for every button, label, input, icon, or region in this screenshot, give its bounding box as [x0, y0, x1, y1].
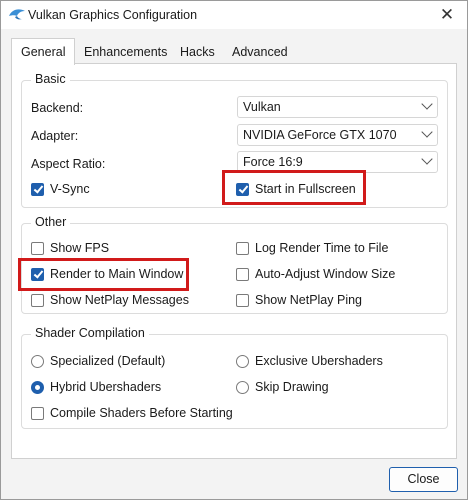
checkbox-checked-icon — [31, 182, 44, 196]
skip-drawing-label: Skip Drawing — [255, 380, 329, 394]
basic-group-title: Basic — [31, 72, 70, 86]
checkbox-empty-icon — [236, 293, 249, 307]
backend-label: Backend: — [31, 101, 84, 115]
checkbox-empty-icon — [236, 267, 249, 281]
title-bar: Vulkan Graphics Configuration ✕ — [1, 1, 467, 29]
auto-adjust-window-checkbox[interactable]: Auto-Adjust Window Size — [236, 266, 395, 282]
vsync-checkbox[interactable]: V-Sync — [31, 181, 90, 197]
dialog-window: Vulkan Graphics Configuration ✕ General … — [0, 0, 468, 500]
chevron-down-icon — [421, 98, 433, 110]
window-close-icon[interactable]: ✕ — [436, 4, 458, 26]
compile-shaders-before-label: Compile Shaders Before Starting — [50, 406, 233, 420]
radio-empty-icon — [236, 380, 249, 394]
skip-drawing-radio[interactable]: Skip Drawing — [236, 379, 329, 395]
chevron-down-icon — [421, 153, 433, 165]
shader-compilation-title: Shader Compilation — [31, 326, 149, 340]
exclusive-ubershaders-label: Exclusive Ubershaders — [255, 354, 383, 368]
show-netplay-ping-label: Show NetPlay Ping — [255, 293, 363, 307]
dolphin-app-icon — [9, 9, 25, 20]
shader-compilation-group: Shader Compilation Specialized (Default)… — [21, 326, 448, 429]
radio-empty-icon — [236, 354, 249, 368]
checkbox-empty-icon — [31, 241, 44, 255]
backend-select[interactable]: Vulkan — [237, 96, 438, 118]
show-netplay-messages-checkbox[interactable]: Show NetPlay Messages — [31, 292, 189, 308]
checkbox-empty-icon — [236, 241, 249, 255]
show-fps-checkbox[interactable]: Show FPS — [31, 240, 109, 256]
hybrid-ubershaders-radio[interactable]: Hybrid Ubershaders — [31, 379, 161, 395]
log-render-time-label: Log Render Time to File — [255, 241, 389, 255]
checkbox-empty-icon — [31, 406, 44, 420]
log-render-time-checkbox[interactable]: Log Render Time to File — [236, 240, 388, 256]
window-title: Vulkan Graphics Configuration — [28, 8, 198, 22]
backend-value: Vulkan — [243, 100, 281, 114]
specialized-label: Specialized (Default) — [50, 354, 166, 368]
tab-bar: General Enhancements Hacks Advanced — [11, 38, 457, 65]
adapter-select[interactable]: NVIDIA GeForce GTX 1070 — [237, 124, 438, 146]
tab-hacks[interactable]: Hacks — [171, 40, 224, 64]
render-main-window-highlight-box — [18, 258, 189, 291]
adapter-label: Adapter: — [31, 129, 79, 143]
radio-selected-icon — [31, 380, 44, 394]
aspect-ratio-label: Aspect Ratio: — [31, 157, 106, 171]
exclusive-ubershaders-radio[interactable]: Exclusive Ubershaders — [236, 353, 383, 369]
tab-advanced[interactable]: Advanced — [223, 40, 297, 64]
tab-enhancements[interactable]: Enhancements — [75, 40, 176, 64]
specialized-radio[interactable]: Specialized (Default) — [31, 353, 165, 369]
other-group-title: Other — [31, 215, 71, 229]
radio-empty-icon — [31, 354, 44, 368]
chevron-down-icon — [421, 126, 433, 138]
checkbox-empty-icon — [31, 293, 44, 307]
tab-general[interactable]: General — [11, 38, 76, 65]
fullscreen-highlight-box — [222, 170, 366, 205]
adapter-value: NVIDIA GeForce GTX 1070 — [243, 128, 397, 142]
close-button[interactable]: Close — [389, 467, 458, 492]
aspect-ratio-value: Force 16:9 — [243, 155, 303, 169]
show-fps-label: Show FPS — [50, 241, 110, 255]
compile-shaders-before-checkbox[interactable]: Compile Shaders Before Starting — [31, 405, 233, 421]
vsync-label: V-Sync — [50, 182, 90, 196]
hybrid-ubershaders-label: Hybrid Ubershaders — [50, 380, 162, 394]
auto-adjust-window-label: Auto-Adjust Window Size — [255, 267, 396, 281]
show-netplay-messages-label: Show NetPlay Messages — [50, 293, 189, 307]
show-netplay-ping-checkbox[interactable]: Show NetPlay Ping — [236, 292, 362, 308]
